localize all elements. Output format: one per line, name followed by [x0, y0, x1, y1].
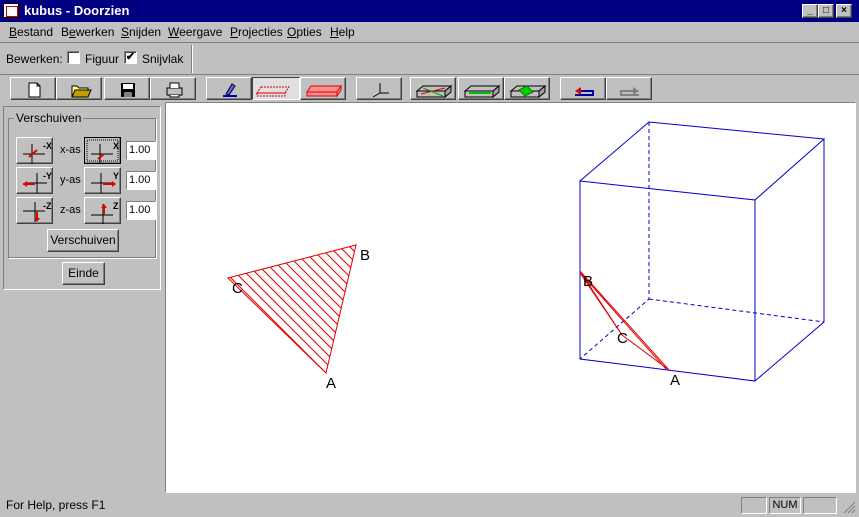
z-axis-label: z-as [60, 204, 81, 216]
move-neg-x-button[interactable]: -X [16, 137, 53, 164]
print-button[interactable] [150, 77, 196, 100]
save-icon [121, 83, 135, 97]
move-pos-z-icon: Z [91, 201, 119, 224]
snijvlak-label: Snijvlak [142, 52, 184, 66]
figuur-checkbox[interactable] [67, 51, 80, 64]
cut-plane-red-icon [306, 84, 342, 98]
menu-bewerken[interactable]: Bewerken [61, 25, 114, 39]
slab-red-icon [415, 84, 453, 99]
slab-green-fill-button[interactable] [504, 77, 550, 100]
status-pane-num: NUM [769, 497, 801, 514]
move-pos-y-button[interactable]: Y [84, 167, 121, 194]
menu-projecties[interactable]: Projecties [230, 25, 283, 39]
move-neg-y-button[interactable]: -Y [16, 167, 53, 194]
move-pos-y-icon: Y [91, 171, 119, 193]
slab-red-button[interactable] [410, 77, 456, 100]
cut-plane-fill-button[interactable] [300, 77, 346, 100]
app-icon[interactable] [3, 3, 19, 18]
cube-front-face [579, 180, 756, 382]
y-step-input[interactable]: 1.00 [126, 171, 156, 190]
new-file-icon [28, 82, 41, 98]
menu-bar: Bestand Bewerken Snijden Weergave Projec… [0, 22, 859, 42]
menu-weergave[interactable]: Weergave [168, 25, 222, 39]
axes-icon [372, 83, 389, 98]
window-title: kubus - Doorzien [24, 3, 130, 18]
svg-text:Z: Z [113, 201, 119, 211]
verschuiven-panel: Verschuiven -X x-as X 1.00 -Y y-as Y 1.0… [3, 106, 161, 290]
triangle-hatching [228, 245, 356, 373]
toolbar [0, 74, 859, 102]
svg-text:-X: -X [43, 141, 52, 151]
open-folder-icon [71, 85, 92, 98]
title-bar: kubus - Doorzien _ □ × [0, 0, 859, 22]
cut-plane-icon [256, 86, 290, 97]
menu-help[interactable]: Help [330, 25, 355, 39]
left-pane: Verschuiven -X x-as X 1.00 -Y y-as Y 1.0… [0, 102, 163, 493]
minimize-button[interactable]: _ [802, 4, 818, 18]
maximize-button[interactable]: □ [818, 4, 834, 18]
svg-text:-Z: -Z [43, 201, 52, 211]
cube-label-b: B [583, 273, 593, 290]
y-axis-label: y-as [60, 174, 81, 186]
move-neg-x-icon: -X [23, 141, 52, 164]
menu-opties[interactable]: Opties [287, 25, 322, 39]
cube-section-outline [579, 270, 670, 371]
z-step-input[interactable]: 1.00 [126, 201, 156, 220]
x-axis-label: x-as [60, 144, 81, 156]
svg-text:-Y: -Y [43, 171, 52, 181]
slab-green-icon [463, 84, 501, 99]
save-button[interactable] [104, 77, 150, 100]
drawing-surface: C B A B C A [166, 121, 826, 392]
svg-text:Y: Y [113, 171, 119, 181]
resize-grip-icon[interactable] [843, 501, 856, 514]
cut-plane-button[interactable] [252, 77, 300, 100]
close-button[interactable]: × [836, 4, 852, 18]
figuur-label: Figuur [85, 52, 120, 66]
move-pos-z-button[interactable]: Z [84, 197, 121, 224]
status-pane-scroll [803, 497, 837, 514]
cube-right-edges [754, 139, 825, 382]
cube-label-a: A [670, 372, 680, 389]
undo-icon [575, 87, 594, 96]
cube-top-face [579, 121, 826, 201]
axes-button[interactable] [356, 77, 402, 100]
triangle-label-a: A [326, 375, 336, 392]
slab-green-fill-icon [509, 84, 547, 99]
status-help-text: For Help, press F1 [6, 498, 106, 512]
slab-green-button[interactable] [458, 77, 504, 100]
redo-button[interactable] [606, 77, 652, 100]
open-button[interactable] [56, 77, 102, 100]
move-neg-y-icon: -Y [23, 171, 52, 193]
undo-button[interactable] [560, 77, 606, 100]
divider [191, 45, 193, 73]
triangle-label-b: B [360, 247, 370, 264]
triangle-label-c: C [232, 280, 243, 297]
draw-figure-button[interactable] [206, 77, 252, 100]
menu-bestand[interactable]: Bestand [9, 25, 53, 39]
move-neg-z-icon: -Z [23, 201, 52, 222]
status-pane-caps [741, 497, 767, 514]
move-pos-x-icon: X [86, 139, 119, 164]
x-step-input[interactable]: 1.00 [126, 141, 156, 160]
group-title: Verschuiven [14, 111, 84, 125]
print-icon [166, 82, 183, 98]
move-neg-z-button[interactable]: -Z [16, 197, 53, 224]
snijvlak-checkbox[interactable]: ✔ [124, 51, 137, 64]
draw-figure-icon [223, 83, 237, 97]
edit-mode-label: Bewerken: [6, 52, 63, 66]
cube-label-c: C [617, 330, 628, 347]
svg-text:X: X [113, 141, 119, 151]
cube-section[interactable] [579, 270, 670, 371]
move-pos-x-button[interactable]: X [84, 137, 121, 164]
edit-mode-bar: Bewerken: Figuur ✔ Snijvlak [0, 42, 859, 74]
new-button[interactable] [10, 77, 56, 100]
redo-icon [620, 87, 639, 96]
drawing-canvas[interactable]: C B A B C A [165, 102, 856, 493]
status-bar: For Help, press F1 NUM [0, 495, 859, 517]
einde-button[interactable]: Einde [62, 262, 105, 285]
cube-hidden-edges [579, 122, 825, 360]
section-triangle[interactable] [166, 223, 506, 383]
menu-snijden[interactable]: Snijden [121, 25, 161, 39]
verschuiven-button[interactable]: Verschuiven [47, 229, 119, 252]
